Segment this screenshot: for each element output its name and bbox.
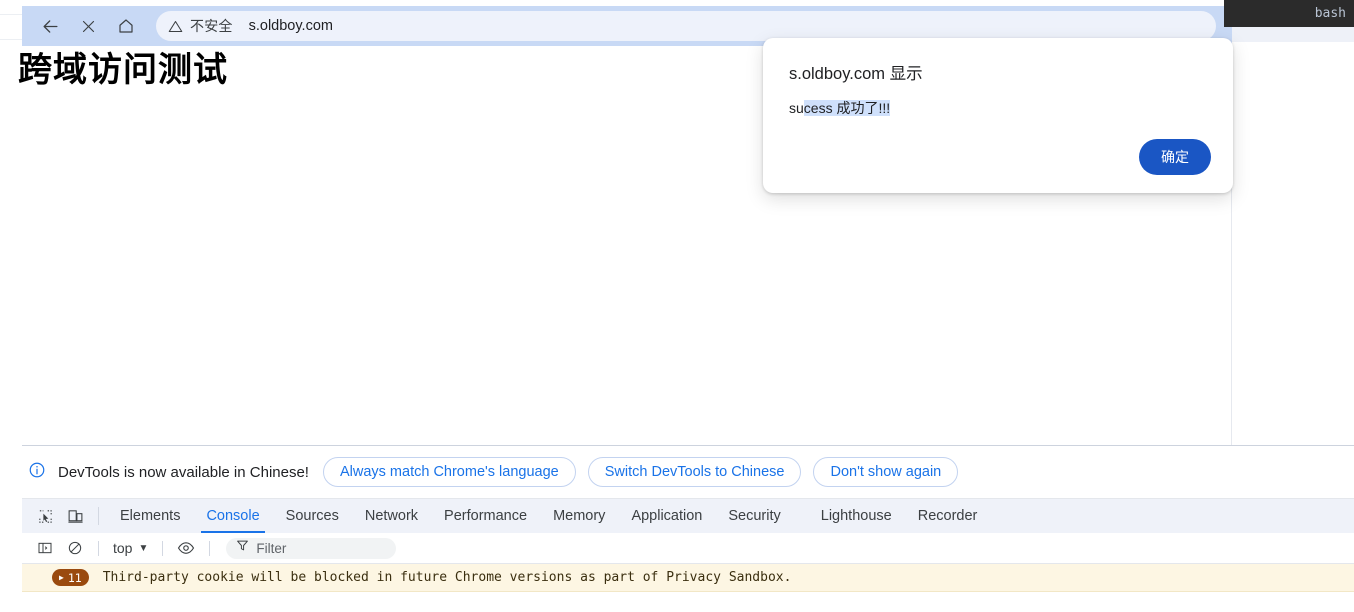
always-match-chrome-language-button[interactable]: Always match Chrome's language (322, 457, 576, 487)
terminal-label: bash (1314, 6, 1346, 21)
page-viewport-right (1232, 42, 1354, 445)
divider (209, 540, 211, 556)
switch-devtools-to-chinese-button[interactable]: Switch DevTools to Chinese (587, 457, 802, 487)
javascript-alert-dialog: s.oldboy.com 显示 sucess 成功了!!! 确定 (763, 38, 1233, 193)
back-arrow-icon[interactable] (32, 11, 68, 41)
inspect-element-icon[interactable] (30, 499, 60, 533)
dialog-message-selection: cess 成功了!!! (803, 100, 891, 116)
live-expression-eye-icon[interactable] (171, 539, 201, 557)
console-toolbar: top ▼ Filter (22, 533, 1354, 564)
devtools-tab-bar: Elements Console Sources Network Perform… (22, 499, 1354, 533)
console-context-value: top (113, 540, 133, 556)
tab-application[interactable]: Application (618, 499, 715, 533)
tab-memory[interactable]: Memory (540, 499, 618, 533)
tab-performance[interactable]: Performance (431, 499, 540, 533)
url-text: s.oldboy.com (248, 18, 333, 34)
info-circle-icon (28, 461, 46, 484)
device-toolbar-icon[interactable] (60, 499, 90, 533)
dont-show-again-button[interactable]: Don't show again (813, 457, 959, 487)
devtools-panel: DevTools is now available in Chinese! Al… (22, 445, 1354, 612)
divider (98, 540, 99, 556)
dialog-message-plain: su (789, 100, 804, 116)
console-message-count-badge[interactable]: ▶ 11 (52, 569, 89, 586)
funnel-filter-icon (236, 539, 249, 557)
page-title: 跨域访问测试 (18, 51, 228, 89)
warning-triangle-icon (168, 20, 183, 32)
expand-triangle-icon: ▶ (59, 572, 64, 582)
devtools-notice-text: DevTools is now available in Chinese! (58, 463, 309, 481)
security-label: 不安全 (190, 18, 233, 34)
address-bar[interactable]: 不安全 s.oldboy.com (156, 11, 1216, 41)
divider (98, 507, 99, 525)
tab-network[interactable]: Network (352, 499, 431, 533)
clear-console-icon[interactable] (60, 540, 90, 556)
tab-security[interactable]: Security (715, 499, 793, 533)
console-message-group[interactable]: ▶ 11 Third-party cookie will be blocked … (22, 564, 1354, 592)
devtools-language-notice: DevTools is now available in Chinese! Al… (22, 446, 1354, 499)
close-icon[interactable] (70, 11, 106, 41)
home-icon[interactable] (108, 11, 144, 41)
divider (162, 540, 164, 556)
tab-recorder[interactable]: Recorder (905, 499, 991, 533)
dialog-message: sucess 成功了!!! (789, 98, 1207, 118)
chevron-down-icon: ▼ (138, 542, 149, 554)
screen: 跨域访问测试 不安全 s.oldboy.com bash s.oldboy.co… (0, 0, 1354, 612)
dialog-ok-button[interactable]: 确定 (1139, 139, 1211, 175)
console-filter-placeholder: Filter (256, 540, 287, 556)
tab-console[interactable]: Console (193, 499, 272, 533)
tab-lighthouse[interactable]: Lighthouse (808, 499, 905, 533)
console-message-count: 11 (67, 570, 82, 585)
console-context-selector[interactable]: top ▼ (107, 540, 154, 556)
terminal-overlay[interactable]: bash (1224, 0, 1354, 27)
console-sidebar-icon[interactable] (30, 540, 60, 556)
dialog-origin-text: s.oldboy.com 显示 (789, 65, 923, 83)
console-message-text: Third-party cookie will be blocked in fu… (102, 570, 792, 585)
tab-elements[interactable]: Elements (107, 499, 193, 533)
console-filter-input[interactable]: Filter (226, 537, 397, 559)
tab-sources[interactable]: Sources (273, 499, 352, 533)
